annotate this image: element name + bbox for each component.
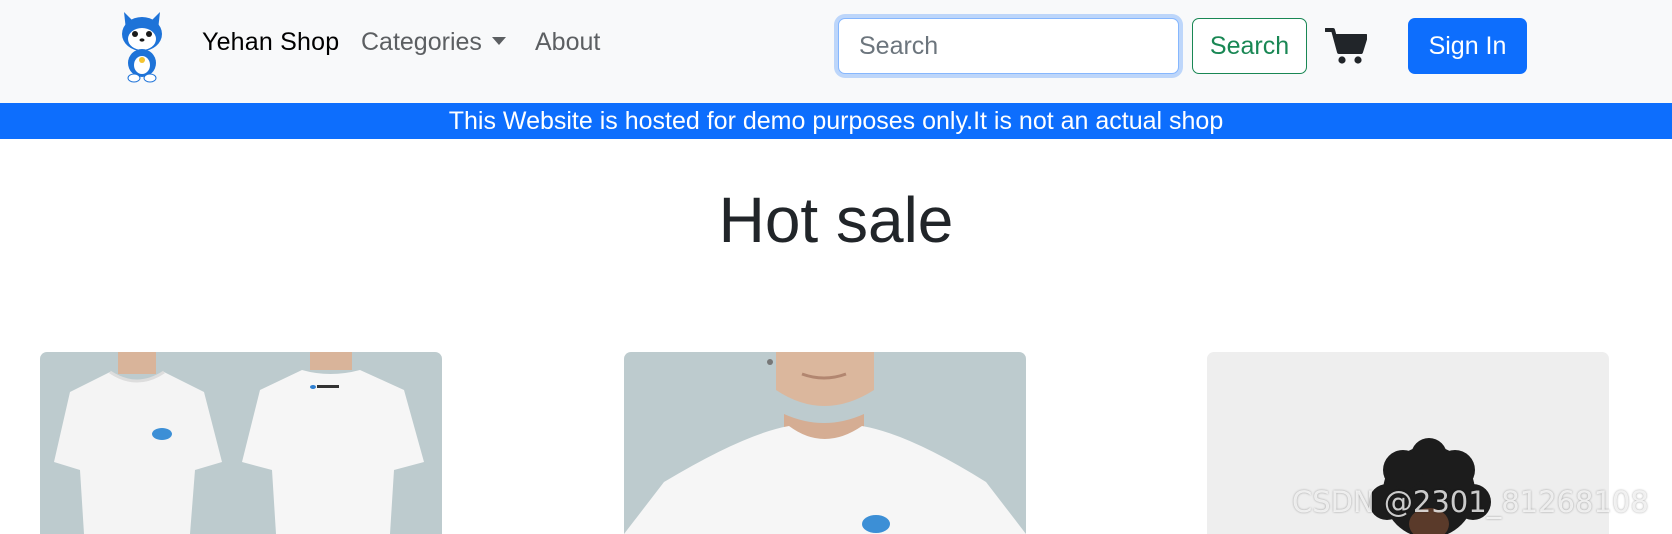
product-card-image-1[interactable] (40, 352, 442, 534)
tshirt-model-closeup-image (624, 352, 1026, 534)
caret-down-icon (491, 37, 506, 45)
page-title: Hot sale (718, 184, 954, 256)
husky-mascot-logo-icon[interactable] (118, 8, 166, 84)
demo-notice-banner: This Website is hosted for demo purposes… (0, 103, 1672, 139)
product-card-image-2[interactable] (624, 352, 1026, 534)
categories-dropdown[interactable]: Categories (361, 28, 506, 57)
csdn-watermark: CSDN @2301_81268108 (1292, 485, 1649, 519)
brand-link[interactable]: Yehan Shop (202, 28, 339, 57)
shopping-cart-icon[interactable] (1325, 27, 1367, 65)
sign-in-button[interactable]: Sign In (1408, 18, 1527, 74)
tshirt-front-back-image (54, 352, 424, 534)
search-button[interactable]: Search (1192, 18, 1307, 74)
top-navbar: Yehan Shop Categories About Search Sign … (0, 0, 1672, 103)
about-link[interactable]: About (535, 28, 600, 57)
search-input[interactable] (838, 18, 1179, 74)
categories-label: Categories (361, 28, 482, 56)
